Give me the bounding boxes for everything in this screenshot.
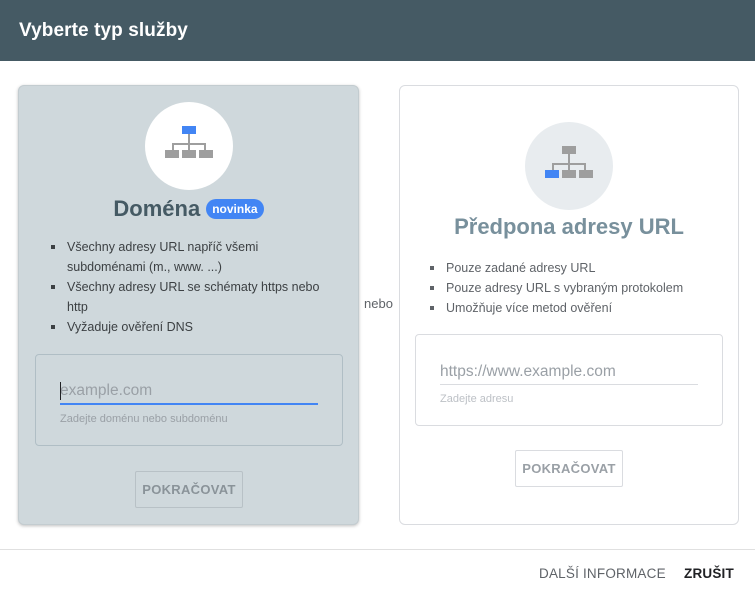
prefix-title-row: Předpona adresy URL (400, 214, 738, 240)
prefix-feature-item: Pouze zadané adresy URL (428, 258, 728, 278)
prefix-helper-text: Zadejte adresu (440, 393, 514, 405)
text-cursor (60, 382, 61, 400)
prefix-icon-circle (525, 122, 613, 210)
sitemap-icon (545, 146, 593, 178)
dialog-title: Vyberte typ služby (19, 19, 188, 41)
domain-title-row: Doména novinka (19, 196, 358, 222)
prefix-feature-list: Pouze zadané adresy URL Pouze adresy URL… (428, 258, 728, 318)
domain-helper-text: Zadejte doménu nebo subdoménu (60, 413, 228, 425)
more-info-button[interactable]: DALŠÍ INFORMACE (539, 566, 666, 581)
domain-continue-button[interactable]: POKRAČOVAT (135, 471, 243, 508)
domain-feature-list: Všechny adresy URL napříč všemi subdomén… (49, 237, 339, 337)
domain-input-box: Zadejte doménu nebo subdoménu (35, 354, 343, 446)
url-prefix-option-card[interactable]: Předpona adresy URL Pouze zadané adresy … (399, 85, 739, 525)
domain-card-title: Doména (113, 196, 201, 221)
cancel-button[interactable]: ZRUŠIT (684, 566, 734, 581)
footer-divider (0, 549, 755, 550)
dialog-header: Vyberte typ služby (0, 0, 755, 61)
domain-feature-item: Všechny adresy URL se schématy https neb… (49, 277, 339, 317)
domain-feature-item: Všechny adresy URL napříč všemi subdomén… (49, 237, 339, 277)
new-badge: novinka (206, 199, 264, 219)
prefix-feature-item: Umožňuje více metod ověření (428, 298, 728, 318)
prefix-card-title: Předpona adresy URL (454, 214, 684, 239)
prefix-feature-item: Pouze adresy URL s vybraným protokolem (428, 278, 728, 298)
domain-option-card[interactable]: Doména novinka Všechny adresy URL napříč… (18, 85, 359, 525)
domain-feature-item: Vyžaduje ověření DNS (49, 317, 339, 337)
domain-input[interactable] (60, 379, 318, 405)
domain-icon-circle (145, 102, 233, 190)
prefix-input-box: Zadejte adresu (415, 334, 723, 426)
sitemap-icon (165, 126, 213, 158)
prefix-continue-button[interactable]: POKRAČOVAT (515, 450, 623, 487)
url-prefix-input[interactable] (440, 359, 698, 385)
or-separator: nebo (364, 296, 393, 311)
